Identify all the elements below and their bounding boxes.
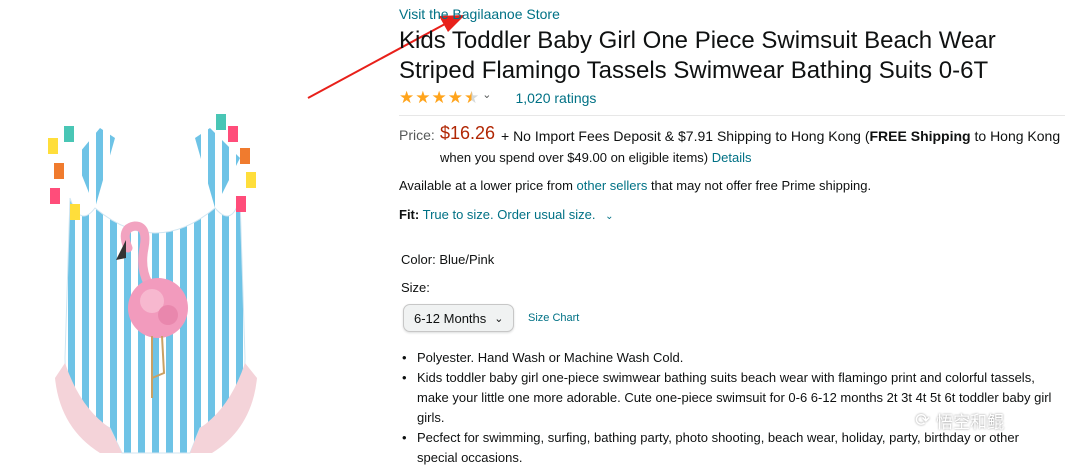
availability-suffix: that may not offer free Prime shipping. [647,178,872,193]
other-sellers-link[interactable]: other sellers [577,178,648,193]
bullet-item: Polyester. Hand Wash or Machine Wash Col… [399,348,1059,368]
fit-label: Fit: [399,207,420,222]
product-title: Kids Toddler Baby Girl One Piece Swimsui… [399,27,996,84]
size-label: Size: [401,280,430,295]
color-label: Color: [401,252,436,267]
wechat-icon: ⟳ [915,410,931,430]
divider [399,115,1065,116]
product-image[interactable] [40,108,272,458]
shipping-destination: to Hong Kong [970,128,1061,144]
star-icon: ★ [431,88,447,107]
availability-prefix: Available at a lower price from [399,178,577,193]
size-selected-value: 6-12 Months [414,310,487,326]
color-value: Blue/Pink [439,252,495,267]
star-icon: ★ [415,88,431,107]
rating-row: ★ ★ ★ ★ ★ ⌄ 1,020 ratings [399,88,596,108]
size-chart-link[interactable]: Size Chart [528,312,579,324]
price-label: Price: [399,127,435,143]
free-shipping-label: FREE Shipping [869,128,971,144]
chevron-down-icon: ⌄ [605,211,614,222]
ratings-count-link[interactable]: 1,020 ratings [515,90,596,106]
bullet-item: Pecfect for swimming, surfing, bathing p… [399,428,1059,468]
availability-note: Available at a lower price from other se… [399,178,871,193]
color-info: Color: Blue/Pink [401,252,494,267]
chevron-down-icon: ⌄ [494,312,504,325]
shipping-condition: when you spend over $49.00 on eligible i… [440,150,752,165]
shipping-text: + No Import Fees Deposit & $7.91 Shippin… [501,128,870,144]
visit-store-link[interactable]: Visit the Bagilaanoe Store [399,6,560,22]
fit-info[interactable]: Fit: True to size. Order usual size. ⌄ [399,207,614,222]
size-dropdown[interactable]: 6-12 Months ⌄ [403,304,514,332]
chevron-down-icon[interactable]: ⌄ [482,88,491,108]
star-icon: ★ [447,88,463,107]
star-icon: ★ [399,88,415,107]
half-star-icon: ★ [464,88,480,107]
fit-value: True to size. Order usual size. [422,207,596,222]
watermark-text: 悟空和鲲 [936,413,1005,432]
details-link[interactable]: Details [712,150,752,165]
shipping-condition-text: when you spend over $49.00 on eligible i… [440,150,709,165]
star-rating[interactable]: ★ ★ ★ ★ ★ ⌄ [399,88,491,108]
watermark: ⟳ 悟空和鲲 [915,408,1004,433]
price-amount: $16.26 [440,123,496,143]
shipping-info: + No Import Fees Deposit & $7.91 Shippin… [501,128,1060,144]
